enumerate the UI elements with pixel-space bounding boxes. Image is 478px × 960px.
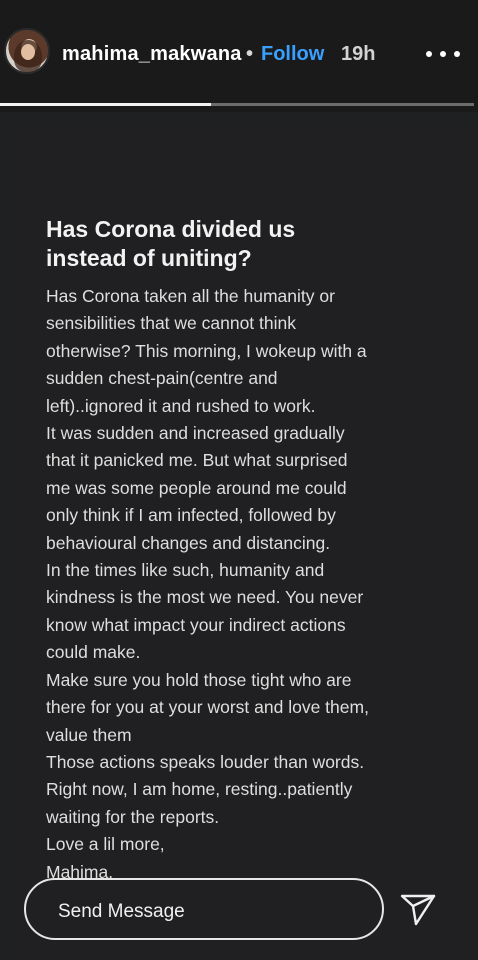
story-header: mahima_makwana • Follow 19h [0,0,478,112]
more-dot [454,51,460,57]
story-body-text: Has Corona taken all the humanity or sen… [46,286,369,882]
separator-dot: • [246,43,254,65]
more-dot [426,51,432,57]
send-message-input[interactable]: Send Message [24,878,384,940]
story-title: Has Corona divided us instead of uniting… [46,216,296,271]
more-dot [440,51,446,57]
post-time: 19h [341,43,376,65]
story-screen: mahima_makwana • Follow 19h Has Corona d… [0,0,478,960]
username[interactable]: mahima_makwana [62,43,242,66]
story-progress-fill [0,103,211,106]
follow-button[interactable]: Follow [261,43,324,66]
send-icon-glyph [400,894,436,926]
story-progress-bar [0,103,474,106]
avatar-face [21,44,35,60]
send-message-placeholder: Send Message [58,901,185,922]
more-horizontal-icon[interactable] [426,44,460,64]
profile-avatar-icon[interactable] [4,28,50,74]
send-icon[interactable] [398,888,438,928]
